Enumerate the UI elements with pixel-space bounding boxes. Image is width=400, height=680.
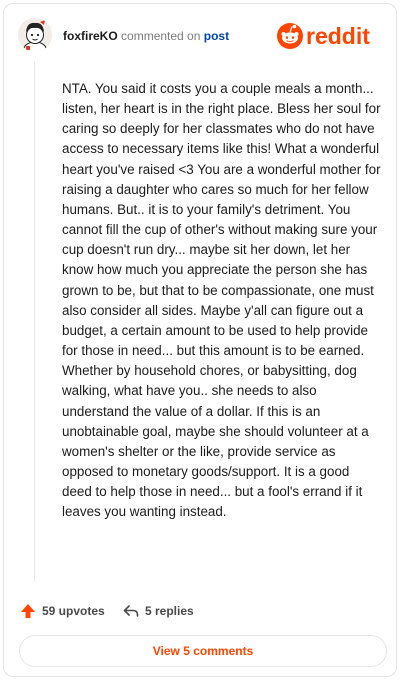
reply-count: 5 replies: [145, 604, 194, 618]
reddit-logo[interactable]: reddit: [276, 21, 382, 51]
comment-body: NTA. You said it costs you a couple meal…: [62, 81, 381, 520]
commented-on-label: commented on: [121, 29, 201, 43]
upvote-button[interactable]: 59 upvotes: [20, 598, 105, 624]
avatar-illustration: [18, 18, 52, 52]
reddit-wordmark: reddit: [306, 23, 370, 49]
reply-arrow-icon: [123, 603, 139, 619]
replies-button[interactable]: 5 replies: [123, 598, 194, 624]
comment-card: foxfireKO commented on post reddit NTA. …: [3, 3, 397, 677]
view-comments-button[interactable]: View 5 comments: [19, 635, 387, 667]
upvote-count: 59 upvotes: [42, 604, 105, 618]
reddit-snoo-icon: reddit: [277, 23, 370, 49]
thread-line: [34, 62, 35, 582]
username-link[interactable]: foxfireKO: [63, 29, 118, 43]
user-avatar[interactable]: [18, 18, 52, 52]
comment-actions: 59 upvotes 5 replies: [18, 598, 382, 624]
upvote-arrow-icon: [20, 603, 36, 619]
post-link[interactable]: post: [204, 29, 229, 43]
comment-header: foxfireKO commented on post reddit: [18, 18, 382, 54]
comment-meta: foxfireKO commented on post: [63, 29, 229, 43]
